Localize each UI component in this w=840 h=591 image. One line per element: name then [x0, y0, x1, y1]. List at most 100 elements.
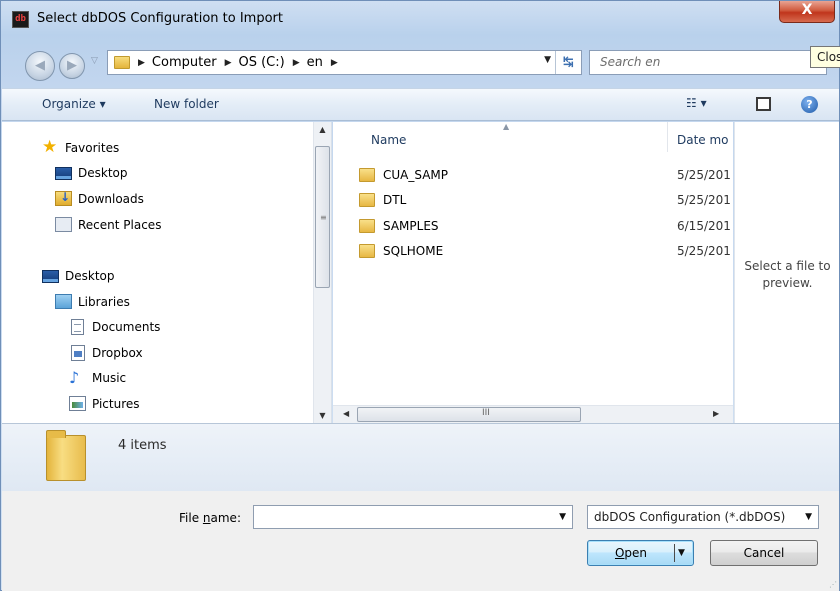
column-divider[interactable] [667, 122, 668, 152]
file-name-combobox[interactable]: ▼ [253, 505, 573, 529]
file-date: 5/25/201 [677, 193, 731, 207]
forward-arrow-icon: ▶ [67, 58, 77, 73]
dropbox-icon [71, 345, 85, 361]
close-button[interactable]: X [779, 1, 835, 23]
sort-ascending-icon: ▲ [503, 122, 510, 131]
file-name-input[interactable] [254, 506, 544, 528]
nav-pane-scrollbar[interactable]: ▲ ≡ ▼ [313, 122, 331, 423]
file-date: 5/25/201 [677, 168, 731, 182]
scrollbar-thumb[interactable]: III [357, 407, 581, 422]
command-toolbar: Organize ▾ New folder ☷ ▾ ? [2, 88, 839, 121]
folder-icon [46, 430, 86, 481]
import-dialog: db Select dbDOS Configuration to Import … [0, 0, 840, 591]
folder-icon [359, 244, 375, 258]
nav-item-label: Favorites [65, 140, 120, 155]
window-title: Select dbDOS Configuration to Import [37, 11, 283, 26]
file-date: 5/25/201 [677, 244, 731, 258]
folder-icon [114, 56, 130, 69]
details-pane: 4 items [2, 423, 839, 491]
address-bar[interactable]: ▶ Computer ▶ OS (C:) ▶ en ▶ ▼ ↹ [107, 50, 582, 75]
breadcrumb-en[interactable]: en [307, 55, 323, 70]
list-item[interactable]: SAMPLES 6/15/201 [333, 215, 733, 237]
file-list-hscrollbar[interactable]: ◀ III ▶ [333, 405, 733, 423]
desktop-icon [42, 269, 59, 283]
file-name: SQLHOME [383, 244, 444, 258]
breadcrumb-separator-icon[interactable]: ▶ [138, 58, 145, 68]
dialog-footer: File name: ▼ dbDOS Configuration (*.dbDO… [2, 491, 839, 591]
folder-icon [359, 193, 375, 207]
nav-music[interactable]: ♪ Music [69, 368, 127, 387]
grip-icon: ≡ [320, 213, 327, 222]
preview-message: Select a file to preview. [744, 259, 831, 290]
scroll-down-icon[interactable]: ▼ [314, 411, 331, 420]
open-options-dropdown-icon[interactable]: ▼ [678, 541, 685, 565]
nav-favorites[interactable]: ★ Favorites [42, 139, 120, 156]
nav-desktop[interactable]: Desktop [42, 269, 115, 283]
address-dropdown-icon[interactable]: ▼ [544, 55, 551, 65]
item-count: 4 items [118, 438, 167, 453]
title-bar[interactable]: db Select dbDOS Configuration to Import … [1, 1, 840, 39]
scroll-left-icon[interactable]: ◀ [343, 409, 349, 418]
label-accelerator: O [614, 546, 625, 560]
breadcrumb-separator-icon[interactable]: ▶ [331, 58, 338, 68]
breadcrumb-computer[interactable]: Computer [152, 55, 217, 70]
chevron-down-icon[interactable]: ▼ [559, 512, 566, 522]
breadcrumb-separator-icon[interactable]: ▶ [293, 58, 300, 68]
list-item[interactable]: SQLHOME 5/25/201 [333, 240, 733, 262]
list-item[interactable]: CUA_SAMP 5/25/201 [333, 164, 733, 186]
help-icon[interactable]: ? [801, 96, 818, 113]
nav-item-label: Libraries [78, 294, 130, 309]
nav-downloads[interactable]: Downloads [55, 190, 144, 206]
search-input[interactable]: Search en [589, 50, 827, 75]
folder-icon [359, 168, 375, 182]
refresh-icon[interactable]: ↹ [555, 51, 581, 74]
new-folder-button[interactable]: New folder [154, 97, 219, 111]
breadcrumb-separator-icon[interactable]: ▶ [225, 58, 232, 68]
file-name: SAMPLES [383, 219, 439, 233]
nav-dropbox[interactable]: Dropbox [69, 345, 143, 361]
close-icon: X [801, 2, 813, 18]
recent-locations-dropdown[interactable]: ▽ [91, 56, 98, 66]
documents-icon [71, 319, 84, 335]
cancel-button[interactable]: Cancel [710, 540, 818, 566]
folder-icon [359, 219, 375, 233]
preview-pane-toggle-icon[interactable] [756, 97, 771, 111]
nav-recent-places[interactable]: Recent Places [55, 217, 161, 232]
forward-button[interactable]: ▶ [59, 53, 85, 79]
list-item[interactable]: DTL 5/25/201 [333, 189, 733, 211]
nav-item-label: Downloads [78, 191, 144, 206]
scroll-right-icon[interactable]: ▶ [713, 409, 719, 418]
file-type-value: dbDOS Configuration (*.dbDOS) [594, 510, 786, 524]
nav-item-label: Pictures [92, 396, 140, 411]
column-header-date[interactable]: Date mo [677, 133, 729, 147]
music-icon: ♪ [69, 368, 80, 387]
open-button[interactable]: Open ▼ [587, 540, 694, 566]
nav-libraries[interactable]: Libraries [55, 294, 130, 309]
navigation-pane: ★ Favorites Desktop Downloads Recent Pla… [2, 122, 332, 423]
label-part: File [179, 511, 203, 525]
label-accelerator: n [202, 511, 211, 525]
scroll-up-icon[interactable]: ▲ [314, 125, 331, 134]
nav-item-label: Desktop [78, 166, 128, 180]
nav-pictures[interactable]: Pictures [69, 396, 140, 411]
back-button[interactable]: ◀ [25, 51, 55, 81]
resize-grip-icon[interactable]: ⋰ [829, 580, 837, 589]
scrollbar-thumb[interactable]: ≡ [315, 146, 330, 288]
grip-icon: III [482, 408, 490, 418]
nav-favorites-desktop[interactable]: Desktop [55, 166, 128, 180]
chevron-down-icon: ▼ [805, 512, 812, 522]
nav-item-label: Music [92, 370, 127, 385]
organize-button[interactable]: Organize ▾ [42, 97, 106, 111]
breadcrumb-drive[interactable]: OS (C:) [238, 55, 284, 70]
desktop-icon [55, 166, 72, 180]
file-type-select[interactable]: dbDOS Configuration (*.dbDOS) ▼ [587, 505, 819, 529]
back-arrow-icon: ◀ [35, 58, 45, 73]
nav-documents[interactable]: Documents [69, 319, 160, 335]
file-list: ▲ Name Date mo CUA_SAMP 5/25/201 DTL 5/2… [333, 122, 733, 407]
libraries-icon [55, 294, 72, 309]
dbdos-app-icon: db [12, 11, 29, 28]
file-name: CUA_SAMP [383, 168, 449, 182]
column-header-name[interactable]: Name [371, 133, 406, 147]
change-view-button[interactable]: ☷ ▾ [686, 96, 726, 110]
nav-item-label: Dropbox [92, 346, 143, 360]
